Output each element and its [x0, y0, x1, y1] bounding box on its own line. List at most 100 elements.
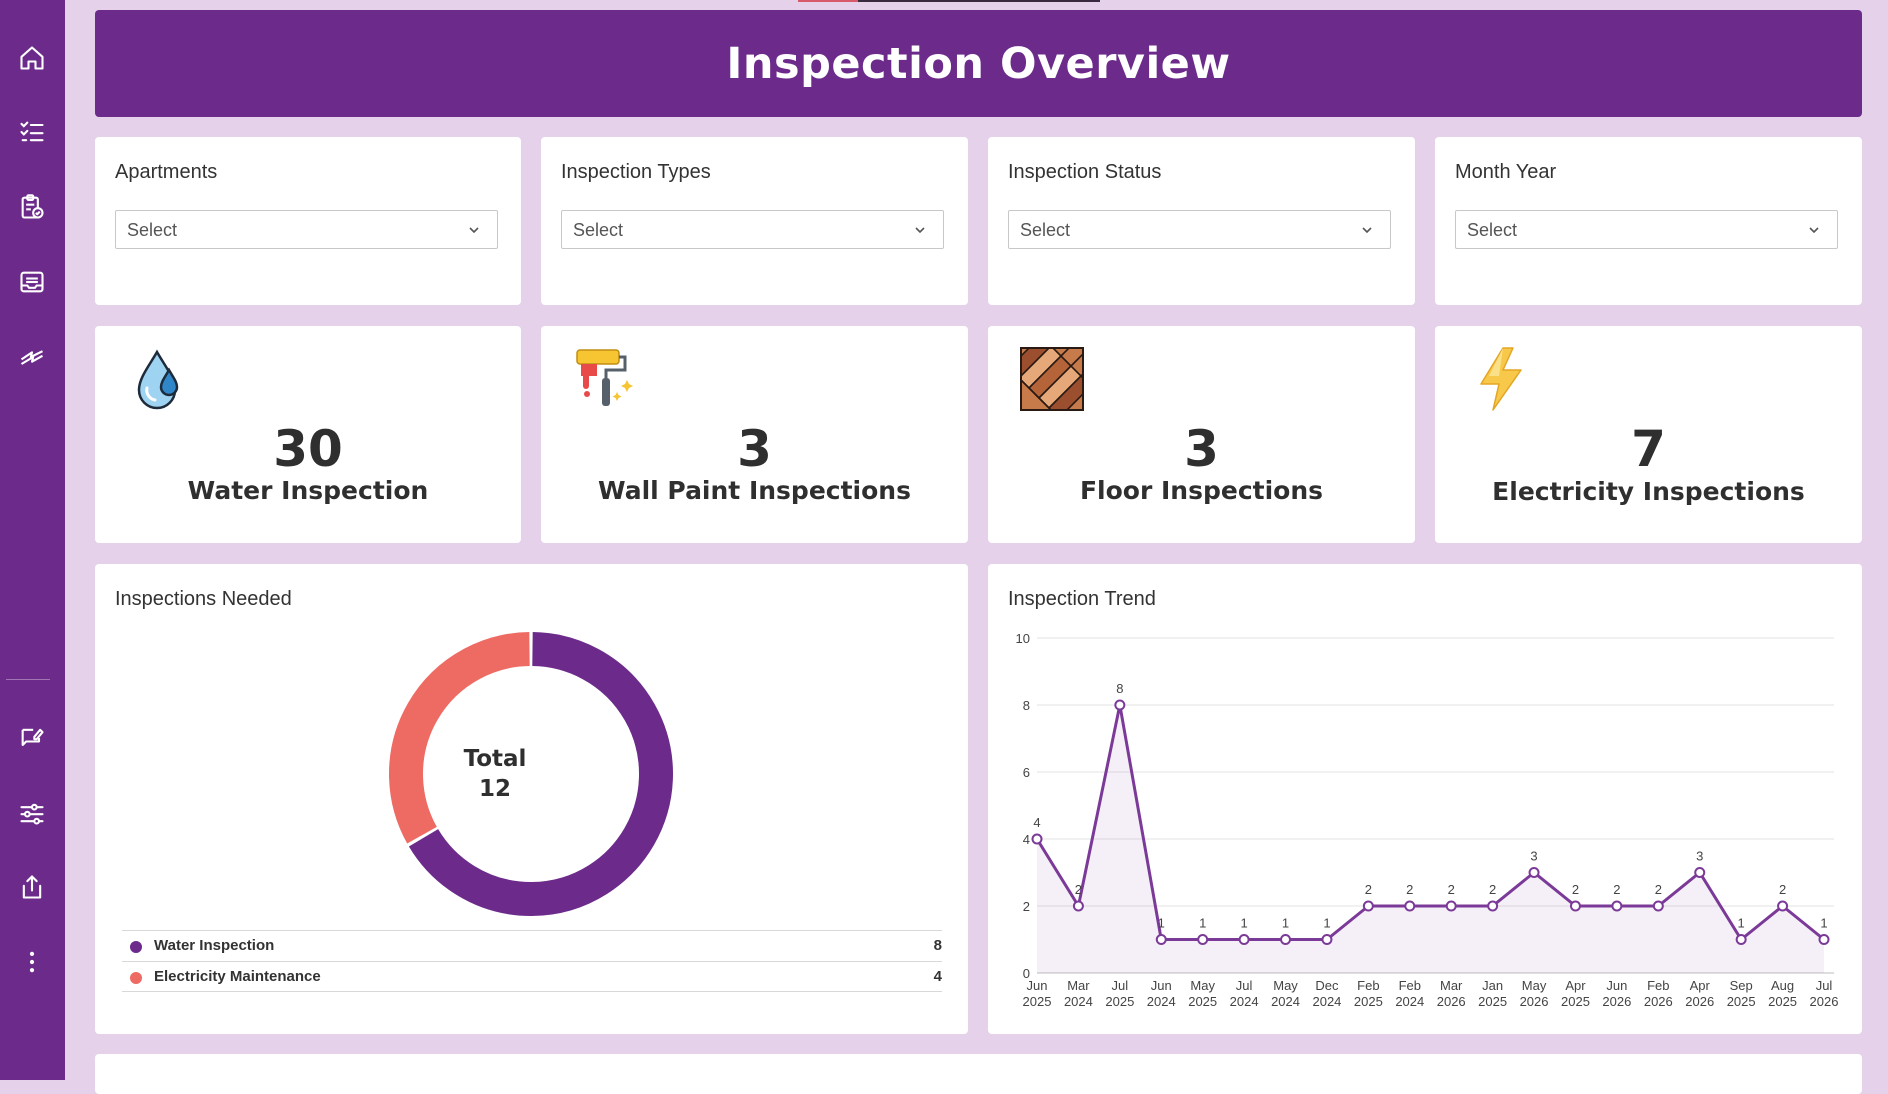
legend-swatch — [130, 972, 142, 984]
checklist-icon[interactable] — [12, 112, 52, 152]
trend-point[interactable] — [1487, 900, 1499, 912]
inspection-trend-panel: Inspection Trend 0 2 4 6 8 10 4 2 8 1 1 1 1 1 2 2 2 2 3 2 2 2… — [988, 564, 1862, 1034]
chevron-down-icon — [915, 227, 925, 234]
y-tick-label: 8 — [1023, 698, 1030, 713]
more-vertical-icon[interactable] — [12, 942, 52, 982]
inspection-types-select[interactable]: Select — [561, 210, 944, 249]
filter-label: Inspection Status — [1008, 161, 1162, 183]
apartments-select[interactable]: Select — [115, 210, 498, 249]
kpi-label: Wall Paint Inspections — [598, 476, 911, 505]
data-label: 2 — [1448, 882, 1455, 897]
y-tick-label: 2 — [1023, 899, 1030, 914]
data-label: 1 — [1738, 916, 1745, 931]
data-label: 1 — [1323, 916, 1330, 931]
trend-point[interactable] — [1155, 934, 1167, 945]
x-tick-label: Jul 2025 — [1105, 978, 1134, 1009]
trend-point[interactable] — [1569, 900, 1581, 912]
data-label: 1 — [1282, 916, 1289, 931]
trend-point[interactable] — [1114, 699, 1126, 711]
kpi-card-wall-paint: 3 Wall Paint Inspections — [541, 326, 968, 543]
data-label: 2 — [1779, 882, 1786, 897]
y-tick-label: 10 — [1016, 631, 1030, 646]
x-tick-label: Sep 2025 — [1727, 978, 1756, 1009]
trend-point[interactable] — [1652, 900, 1664, 912]
x-tick-label: May 2026 — [1520, 978, 1549, 1009]
home-icon[interactable] — [12, 38, 52, 78]
trend-point[interactable] — [1611, 900, 1623, 912]
page-header: Inspection Overview — [95, 10, 1862, 117]
donut-total-label: Total — [463, 746, 527, 772]
parquet-floor-icon — [1020, 347, 1084, 411]
data-label: 2 — [1406, 882, 1413, 897]
legend-name: Electricity Maintenance — [154, 968, 321, 985]
data-label: 2 — [1365, 882, 1372, 897]
select-value: Select — [573, 220, 624, 240]
x-tick-label: Mar 2026 — [1437, 978, 1466, 1009]
data-label: 1 — [1158, 916, 1165, 931]
x-tick-label: Jul 2024 — [1230, 978, 1259, 1009]
trend-point[interactable] — [1528, 867, 1540, 878]
x-tick-label: May 2024 — [1271, 978, 1300, 1009]
share-icon[interactable] — [12, 867, 52, 907]
x-tick-label: Apr 2025 — [1561, 978, 1590, 1009]
data-label: 3 — [1530, 849, 1537, 864]
y-tick-label: 6 — [1023, 765, 1030, 780]
legend-item[interactable]: Electricity Maintenance 4 — [122, 961, 942, 992]
donut-slice[interactable] — [389, 632, 531, 844]
x-tick-label: Feb 2025 — [1354, 978, 1383, 1009]
legend-swatch — [130, 941, 142, 953]
inbox-icon[interactable] — [12, 262, 52, 302]
filter-card-inspection-types: Inspection Types Select — [541, 137, 968, 305]
inspections-needed-panel: Inspections Needed Total 12 Water Inspec… — [95, 564, 968, 1034]
select-value: Select — [1020, 220, 1071, 240]
trend-point[interactable] — [1404, 900, 1416, 912]
trend-point[interactable] — [1818, 934, 1830, 945]
x-tick-label: Aug 2025 — [1768, 978, 1797, 1009]
data-label: 2 — [1489, 882, 1496, 897]
page-title: Inspection Overview — [726, 38, 1231, 89]
month-year-select[interactable]: Select — [1455, 210, 1838, 249]
trend-point[interactable] — [1238, 934, 1250, 945]
edit-message-icon[interactable] — [12, 718, 52, 758]
filter-card-inspection-status: Inspection Status Select — [988, 137, 1415, 305]
chevron-down-icon — [1362, 227, 1372, 234]
lightning-icon[interactable] — [12, 337, 52, 377]
legend-item[interactable]: Water Inspection 8 — [122, 930, 942, 961]
data-label: 2 — [1613, 882, 1620, 897]
legend-value: 8 — [933, 937, 942, 954]
lightning-bolt-icon — [1480, 347, 1522, 411]
trend-point[interactable] — [1362, 900, 1374, 912]
select-value: Select — [127, 220, 178, 240]
trend-point[interactable] — [1280, 934, 1292, 945]
trend-point[interactable] — [1777, 900, 1789, 912]
sliders-icon[interactable] — [12, 793, 52, 833]
x-tick-label: Feb 2026 — [1644, 978, 1673, 1009]
x-tick-label: Apr 2026 — [1685, 978, 1714, 1009]
kpi-value: 3 — [1184, 420, 1219, 478]
data-label: 2 — [1655, 882, 1662, 897]
trend-point[interactable] — [1445, 900, 1457, 912]
x-tick-label: May 2025 — [1188, 978, 1217, 1009]
trend-point[interactable] — [1197, 934, 1209, 945]
x-tick-label: Jan 2025 — [1478, 978, 1507, 1009]
bottom-panel — [95, 1054, 1862, 1094]
x-tick-label: Jun 2026 — [1602, 978, 1631, 1009]
trend-point[interactable] — [1694, 867, 1706, 878]
filter-label: Month Year — [1455, 161, 1557, 183]
trend-point[interactable] — [1031, 833, 1043, 845]
donut-center-label: Total 12 — [435, 744, 555, 804]
x-tick-label: Dec 2024 — [1312, 978, 1341, 1009]
trend-point[interactable] — [1321, 934, 1333, 945]
data-label: 2 — [1075, 882, 1082, 897]
filter-card-apartments: Apartments Select — [95, 137, 521, 305]
inspection-status-select[interactable]: Select — [1008, 210, 1391, 249]
x-tick-label: Mar 2024 — [1064, 978, 1093, 1009]
kpi-value: 7 — [1631, 420, 1666, 478]
data-label: 4 — [1033, 815, 1040, 830]
filter-card-month-year: Month Year Select — [1435, 137, 1862, 305]
trend-point[interactable] — [1072, 900, 1084, 912]
trend-point[interactable] — [1735, 934, 1747, 945]
x-tick-label: Jun 2025 — [1023, 978, 1052, 1009]
legend-name: Water Inspection — [154, 937, 275, 954]
clipboard-check-icon[interactable] — [12, 187, 52, 227]
